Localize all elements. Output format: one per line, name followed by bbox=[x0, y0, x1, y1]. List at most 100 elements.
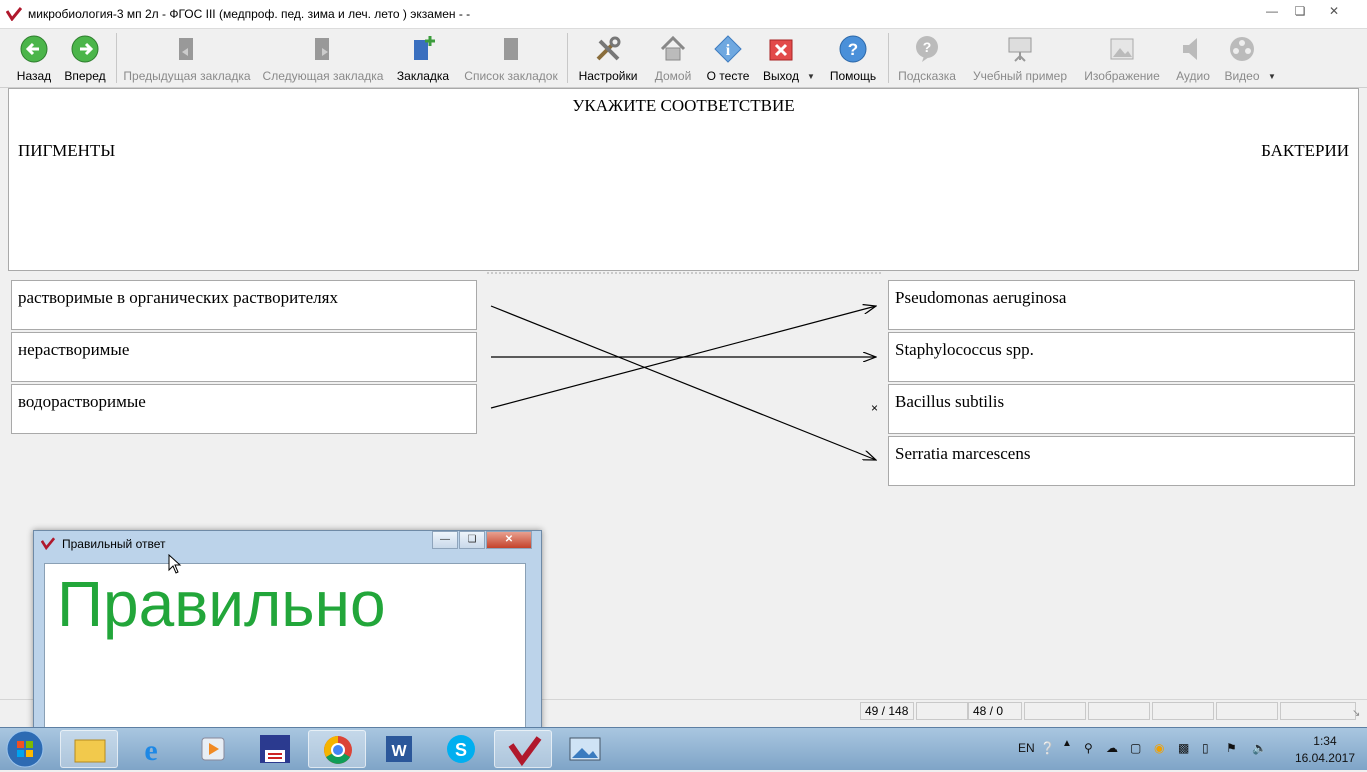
window-title: микробиология-3 мп 2л - ФГОС III (медпро… bbox=[28, 7, 471, 21]
bookmark-list-icon bbox=[504, 38, 518, 60]
windows-start-icon bbox=[6, 730, 44, 768]
image-icon bbox=[1110, 38, 1134, 60]
forward-button[interactable]: Вперед bbox=[60, 29, 110, 87]
tray-expand-icon[interactable]: ▲ bbox=[1062, 738, 1072, 749]
bookmark-list-button[interactable]: Список закладок bbox=[460, 29, 562, 87]
tray-screenshot-icon[interactable]: ▢ bbox=[1130, 741, 1141, 755]
maximize-icon[interactable]: ❏ bbox=[1286, 2, 1314, 20]
toolbar-separator bbox=[567, 33, 568, 83]
tray-cloud-icon[interactable]: ☁ bbox=[1106, 741, 1118, 755]
hint-label: Подсказка bbox=[898, 69, 956, 83]
question-title: УКАЖИТЕ СООТВЕТСТВИЕ bbox=[572, 96, 795, 115]
panel-splitter[interactable] bbox=[486, 271, 882, 275]
video-label: Видео bbox=[1224, 69, 1260, 83]
video-button[interactable]: Видео bbox=[1220, 29, 1264, 87]
start-button[interactable] bbox=[4, 729, 46, 769]
match-line bbox=[490, 306, 876, 409]
clock[interactable]: 1:34 16.04.2017 bbox=[1295, 733, 1355, 767]
taskbar-word[interactable]: W bbox=[370, 730, 428, 768]
app-icon bbox=[6, 7, 22, 21]
unmatched-marker: × bbox=[871, 401, 879, 415]
close-icon[interactable]: ✕ bbox=[1320, 2, 1348, 20]
back-button[interactable]: Назад bbox=[10, 29, 58, 87]
help-button[interactable]: ? Помощь bbox=[824, 29, 882, 87]
right-item[interactable]: Staphylococcus spp. bbox=[888, 332, 1355, 382]
status-cell bbox=[1024, 702, 1086, 720]
tray-help-icon[interactable]: ❔ bbox=[1040, 741, 1055, 755]
left-item[interactable]: нерастворимые bbox=[11, 332, 477, 382]
right-item[interactable]: Serratia marcescens bbox=[888, 436, 1355, 486]
dialog-close-icon[interactable]: ✕ bbox=[486, 531, 532, 549]
next-bookmark-label: Следующая закладка bbox=[262, 69, 384, 83]
right-item[interactable]: Pseudomonas aeruginosa bbox=[888, 280, 1355, 330]
media-player-icon bbox=[201, 737, 225, 761]
folder-icon bbox=[74, 739, 106, 763]
exit-dropdown-icon[interactable]: ▼ bbox=[807, 72, 815, 81]
exit-button[interactable]: Выход bbox=[758, 29, 804, 87]
taskbar-ie[interactable]: e bbox=[122, 730, 180, 768]
tray-flag-icon[interactable]: ⚑ bbox=[1226, 741, 1237, 755]
about-label: О тесте bbox=[706, 69, 750, 83]
prev-bookmark-button[interactable]: Предыдущая закладка bbox=[122, 29, 252, 87]
help-icon: ? bbox=[839, 35, 867, 63]
prev-bookmark-label: Предыдущая закладка bbox=[123, 69, 251, 83]
tray-volume-icon[interactable]: 🔈 bbox=[1252, 741, 1267, 755]
tray-avast-icon[interactable]: ◉ bbox=[1154, 741, 1164, 755]
left-item[interactable]: водорастворимые bbox=[11, 384, 477, 434]
correct-answer-dialog[interactable]: Правильный ответ — ❏ ✕ Правильно bbox=[33, 530, 542, 732]
dialog-maximize-icon[interactable]: ❏ bbox=[459, 531, 485, 549]
taskbar-chrome[interactable] bbox=[308, 730, 366, 768]
svg-text:i: i bbox=[726, 42, 731, 59]
dialog-app-icon bbox=[41, 537, 55, 550]
window-title-bar[interactable]: микробиология-3 мп 2л - ФГОС III (медпро… bbox=[0, 0, 1367, 29]
example-button[interactable]: Учебный пример bbox=[968, 29, 1072, 87]
dialog-minimize-icon[interactable]: — bbox=[432, 531, 458, 549]
bookmark-button[interactable]: Закладка bbox=[394, 29, 452, 87]
taskbar-explorer[interactable] bbox=[60, 730, 118, 768]
right-item[interactable]: Bacillus subtilis bbox=[888, 384, 1355, 434]
taskbar-save-app[interactable] bbox=[246, 730, 304, 768]
about-button[interactable]: i О тесте bbox=[702, 29, 754, 87]
image-button[interactable]: Изображение bbox=[1080, 29, 1164, 87]
question-progress: 49 / 148 bbox=[860, 702, 914, 720]
hint-button[interactable]: ? Подсказка bbox=[894, 29, 960, 87]
internet-explorer-icon: e bbox=[144, 734, 157, 767]
audio-label: Аудио bbox=[1176, 69, 1210, 83]
chrome-icon bbox=[324, 736, 352, 764]
speaker-icon bbox=[1183, 38, 1197, 60]
question-panel: УКАЖИТЕ СООТВЕТСТВИЕ ПИГМЕНТЫ БАКТЕРИИ bbox=[8, 88, 1359, 271]
taskbar-skype[interactable]: S bbox=[432, 730, 490, 768]
mouse-cursor-icon bbox=[168, 554, 182, 574]
bookmark-add-icon bbox=[414, 36, 435, 60]
svg-text:?: ? bbox=[923, 39, 932, 55]
dialog-content: Правильно bbox=[44, 563, 526, 732]
status-cell bbox=[1216, 702, 1278, 720]
video-dropdown-icon[interactable]: ▼ bbox=[1268, 72, 1276, 81]
minimize-icon[interactable]: — bbox=[1258, 2, 1286, 20]
svg-text:?: ? bbox=[848, 40, 858, 59]
taskbar-image-viewer[interactable] bbox=[556, 730, 614, 768]
next-bookmark-button[interactable]: Следующая закладка bbox=[260, 29, 386, 87]
exit-icon bbox=[769, 39, 793, 61]
taskbar-test-app[interactable] bbox=[494, 730, 552, 768]
home-button[interactable]: Домой bbox=[648, 29, 698, 87]
dialog-title: Правильный ответ bbox=[62, 537, 166, 551]
image-label: Изображение bbox=[1084, 69, 1160, 83]
picture-viewer-icon bbox=[569, 737, 601, 761]
settings-button[interactable]: Настройки bbox=[574, 29, 642, 87]
left-item[interactable]: растворимые в органических растворителях bbox=[11, 280, 477, 330]
status-cell bbox=[1088, 702, 1150, 720]
audio-button[interactable]: Аудио bbox=[1170, 29, 1216, 87]
resize-grip-icon[interactable]: ↘ bbox=[1352, 708, 1360, 719]
checkmark-app-icon bbox=[508, 736, 542, 767]
taskbar: e W S EN ❔ ▲ ⚲ ☁ ▢ ◉ ▩ ▯ ⚑ 🔈 1:34 16.04.… bbox=[0, 727, 1367, 770]
taskbar-media[interactable] bbox=[184, 730, 242, 768]
tray-usb-icon[interactable]: ▯ bbox=[1202, 741, 1209, 755]
floppy-disk-icon bbox=[260, 735, 290, 763]
language-indicator[interactable]: EN bbox=[1018, 741, 1035, 755]
forward-label: Вперед bbox=[64, 69, 106, 83]
tray-network-icon[interactable]: ⚲ bbox=[1084, 741, 1093, 755]
tray-device-icon[interactable]: ▩ bbox=[1178, 741, 1189, 755]
match-line bbox=[490, 305, 876, 460]
home-icon bbox=[660, 35, 686, 61]
